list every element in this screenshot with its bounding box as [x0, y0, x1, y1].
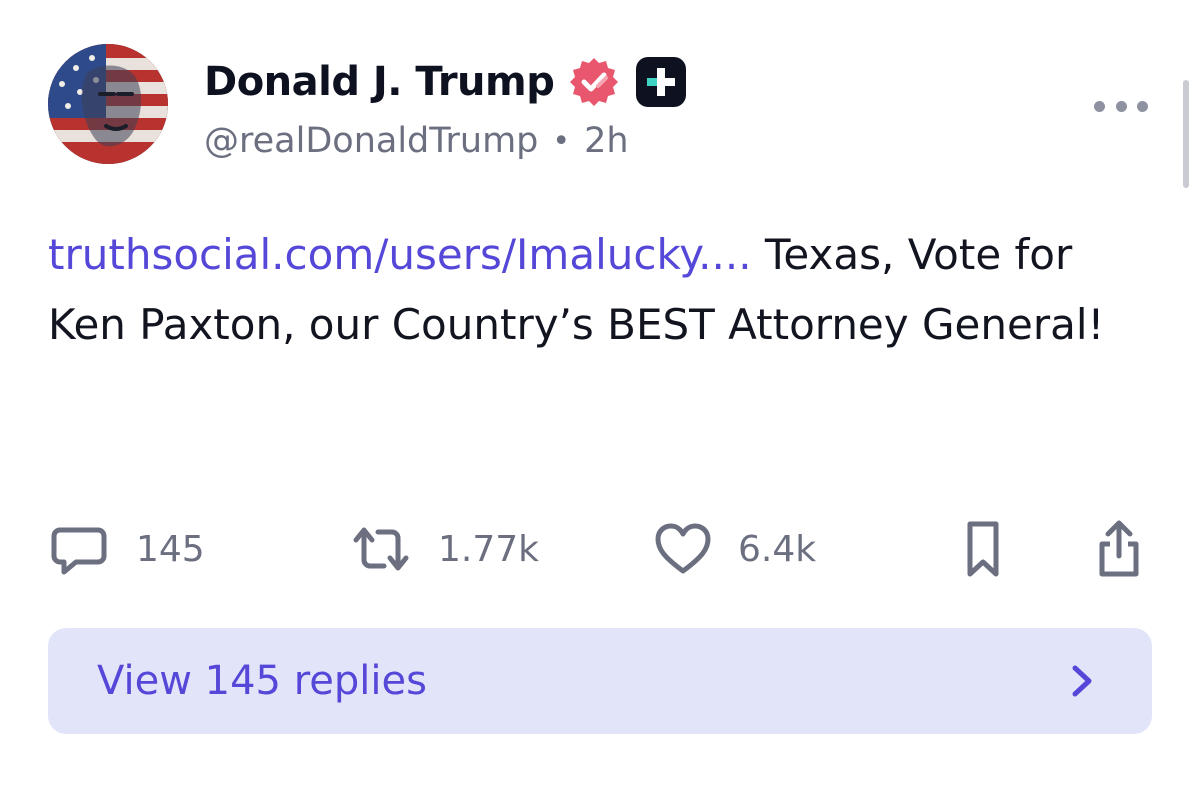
timestamp[interactable]: 2h — [584, 121, 628, 161]
more-options-button[interactable] — [1094, 92, 1148, 120]
retruth-count: 1.77k — [438, 528, 540, 570]
view-replies-label: View 145 replies — [97, 658, 427, 704]
author-name-row: Donald J. Trump — [204, 52, 688, 112]
reply-count: 145 — [136, 528, 205, 570]
heart-icon — [655, 523, 711, 574]
post-text: truthsocial.com/users/Imalucky.... Texas… — [48, 220, 1138, 360]
verified-check-icon — [570, 58, 619, 106]
plus-icon — [636, 57, 687, 107]
dot — [1137, 100, 1148, 112]
meta-separator: • — [552, 123, 571, 159]
avatar[interactable] — [48, 44, 168, 164]
post-link[interactable]: truthsocial.com/users/Imalucky.... — [48, 230, 752, 279]
view-replies-button[interactable]: View 145 replies — [48, 628, 1152, 734]
scrollbar[interactable] — [1183, 80, 1189, 188]
bookmark-icon — [967, 521, 999, 577]
comment-icon — [51, 527, 107, 575]
share-icon — [1099, 520, 1139, 577]
retruth-button[interactable]: 1.77k — [350, 512, 539, 586]
retruth-icon — [353, 527, 409, 571]
dot — [1115, 100, 1127, 112]
post-actions: 145 1.77k 6.4k — [0, 512, 1200, 586]
bookmark-button[interactable] — [962, 512, 1004, 586]
reply-button[interactable]: 145 — [50, 512, 205, 586]
share-button[interactable] — [1094, 512, 1144, 586]
post-meta: @realDonaldTrump • 2h — [204, 118, 629, 164]
dot — [1094, 100, 1105, 112]
like-button[interactable]: 6.4k — [654, 512, 816, 586]
like-count: 6.4k — [738, 528, 817, 570]
handle[interactable]: @realDonaldTrump — [204, 121, 538, 161]
display-name[interactable]: Donald J. Trump — [204, 59, 555, 105]
chevron-right-icon — [1072, 665, 1092, 697]
